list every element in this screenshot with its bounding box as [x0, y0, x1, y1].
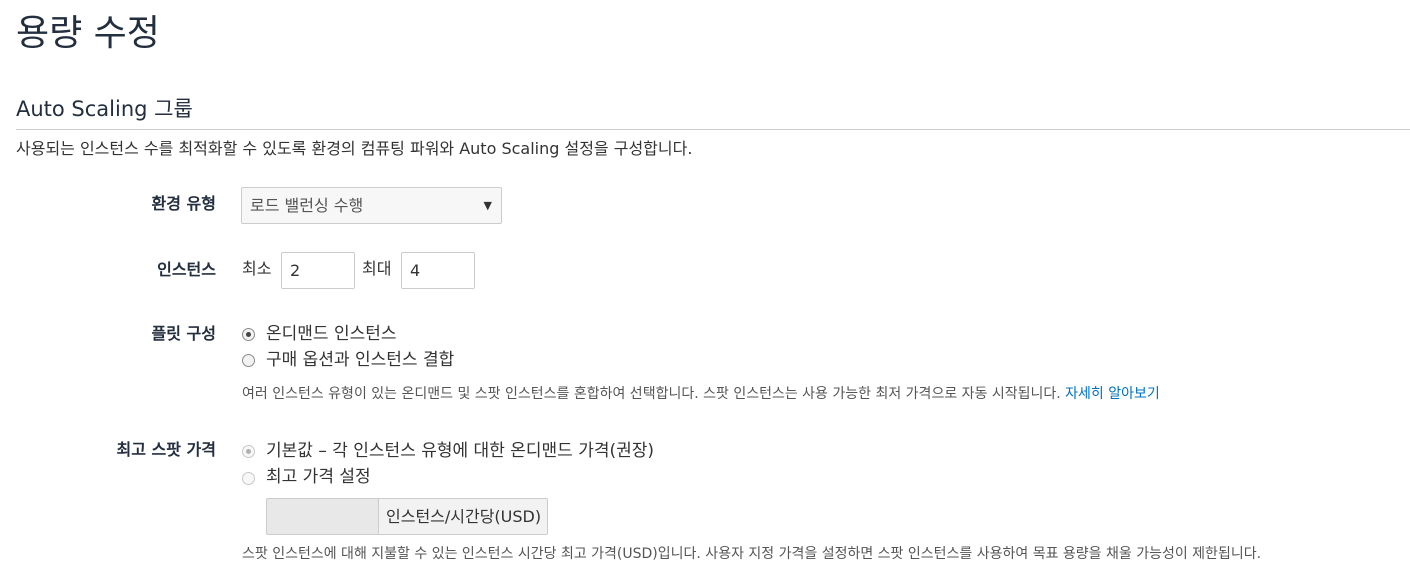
instances-label: 인스턴스 — [157, 260, 216, 279]
spot-price-help-text: 스팟 인스턴스에 대해 지불할 수 있는 인스턴스 시간당 최고 가격(USD)… — [242, 546, 1262, 562]
learn-more-link[interactable]: 자세히 알아보기 — [1065, 386, 1160, 402]
fleet-help-text: 여러 인스턴스 유형이 있는 온디맨드 및 스팟 인스턴스를 혼합하여 선택합니… — [242, 384, 1160, 404]
set-max-price-radio-label[interactable]: 최고 가격 설정 — [266, 466, 371, 488]
price-unit-addon: 인스턴스/시간당(USD) — [378, 498, 549, 535]
max-instances-label: 최대 — [362, 259, 392, 278]
on-demand-radio-label[interactable]: 온디맨드 인스턴스 — [266, 323, 397, 345]
environment-type-select[interactable]: 로드 밸런싱 수행 ▼ — [241, 187, 502, 224]
caret-down-icon: ▼ — [483, 199, 492, 212]
section-title: Auto Scaling 그룹 — [16, 97, 193, 121]
default-price-radio[interactable] — [242, 445, 255, 458]
section-description: 사용되는 인스턴스 수를 최적화할 수 있도록 환경의 컴퓨팅 파워와 Auto… — [16, 139, 693, 158]
max-price-input[interactable] — [266, 498, 379, 535]
environment-type-value: 로드 밸런싱 수행 — [250, 196, 364, 215]
fleet-composition-label: 플릿 구성 — [151, 324, 216, 343]
environment-type-label: 환경 유형 — [151, 194, 216, 213]
fleet-help-description: 여러 인스턴스 유형이 있는 온디맨드 및 스팟 인스턴스를 혼합하여 선택합니… — [242, 386, 1061, 402]
on-demand-radio[interactable] — [242, 328, 255, 341]
page-title: 용량 수정 — [16, 13, 160, 54]
min-instances-label: 최소 — [242, 259, 272, 278]
section-divider — [16, 129, 1410, 130]
set-max-price-radio[interactable] — [242, 472, 255, 485]
combine-purchase-radio[interactable] — [242, 354, 255, 367]
max-spot-price-label: 최고 스팟 가격 — [116, 440, 216, 459]
combine-purchase-radio-label[interactable]: 구매 옵션과 인스턴스 결합 — [266, 349, 454, 371]
max-instances-input[interactable]: 4 — [401, 252, 475, 289]
default-price-radio-label[interactable]: 기본값 – 각 인스턴스 유형에 대한 온디맨드 가격(권장) — [266, 440, 654, 462]
min-instances-input[interactable]: 2 — [281, 252, 355, 289]
